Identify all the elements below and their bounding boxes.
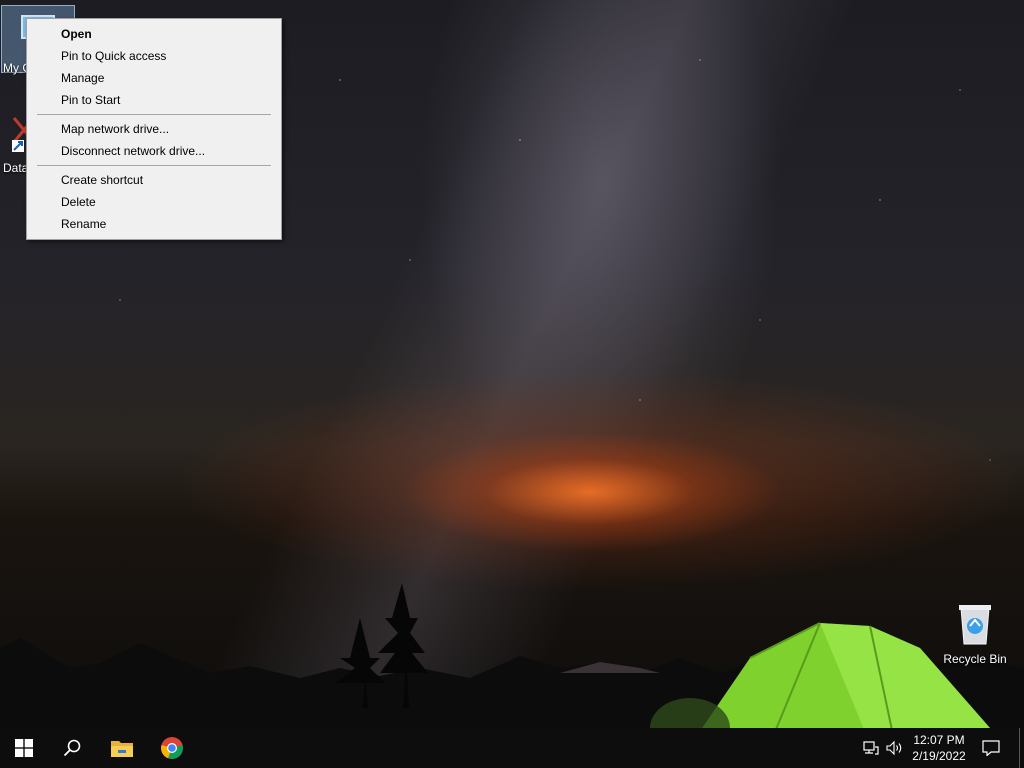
desktop-icon-label: Recycle Bin xyxy=(943,652,1007,666)
menu-item-map-network-drive[interactable]: Map network drive... xyxy=(27,118,281,140)
desktop[interactable]: My Computer Data Recycle Bin Open Pin to… xyxy=(0,0,1024,768)
notification-icon xyxy=(982,740,1000,756)
clock-tray-button[interactable]: 12:07 PM 2/19/2022 xyxy=(908,728,970,768)
show-desktop-button[interactable] xyxy=(1019,728,1024,768)
action-center-button[interactable] xyxy=(976,728,1006,768)
menu-item-pin-quick-access[interactable]: Pin to Quick access xyxy=(27,45,281,67)
file-explorer-button[interactable] xyxy=(98,728,146,768)
network-tray-button[interactable] xyxy=(860,728,882,768)
recycle-bin-icon xyxy=(959,605,991,645)
windows-start-icon xyxy=(15,739,33,757)
taskbar: 12:07 PM 2/19/2022 xyxy=(0,728,1024,768)
menu-item-manage[interactable]: Manage xyxy=(27,67,281,89)
desktop-icon-recycle-bin[interactable]: Recycle Bin xyxy=(938,602,1012,666)
menu-item-pin-to-start[interactable]: Pin to Start xyxy=(27,89,281,111)
menu-separator xyxy=(37,165,271,166)
chrome-icon xyxy=(161,737,183,760)
file-explorer-icon xyxy=(111,741,133,757)
search-icon xyxy=(63,739,81,757)
clock-date: 2/19/2022 xyxy=(912,749,966,763)
start-button[interactable] xyxy=(0,728,48,768)
menu-item-delete[interactable]: Delete xyxy=(27,191,281,213)
network-icon xyxy=(863,741,879,755)
menu-item-create-shortcut[interactable]: Create shortcut xyxy=(27,169,281,191)
menu-item-disconnect-network-drive[interactable]: Disconnect network drive... xyxy=(27,140,281,162)
speaker-icon xyxy=(886,741,902,755)
chrome-button[interactable] xyxy=(148,728,196,768)
search-button[interactable] xyxy=(48,728,96,768)
clock-time: 12:07 PM xyxy=(913,733,965,747)
volume-tray-button[interactable] xyxy=(884,728,906,768)
menu-item-open[interactable]: Open xyxy=(27,23,281,45)
context-menu: Open Pin to Quick access Manage Pin to S… xyxy=(26,18,282,240)
desktop-icon-label: Data xyxy=(3,161,29,175)
wallpaper-scenery xyxy=(0,583,1024,768)
menu-separator xyxy=(37,114,271,115)
menu-item-rename[interactable]: Rename xyxy=(27,213,281,235)
